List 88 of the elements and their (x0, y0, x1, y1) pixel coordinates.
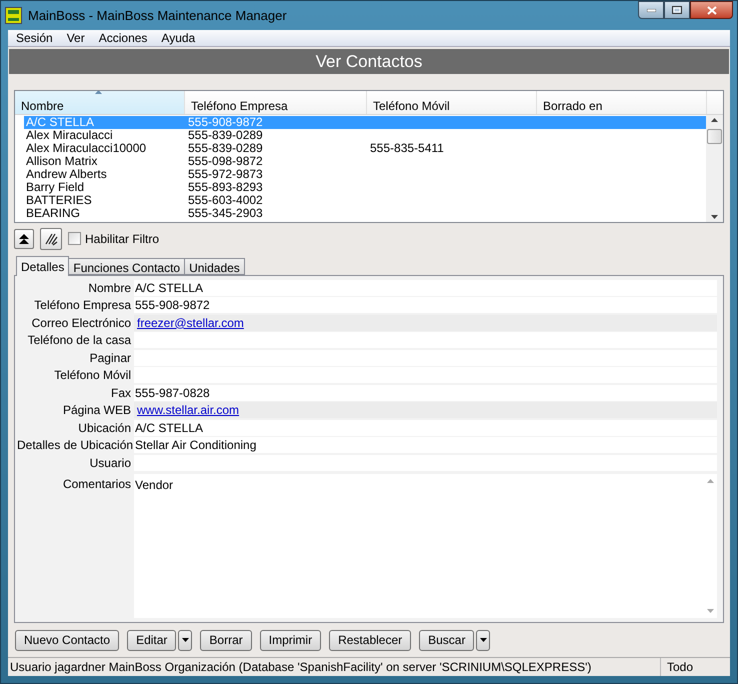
column-header[interactable]: Teléfono Empresa (185, 91, 367, 114)
scroll-up-icon (706, 478, 714, 482)
text-field[interactable]: A/C STELLA (134, 280, 717, 296)
pen-icon (44, 232, 58, 246)
caret-icon (480, 638, 487, 642)
filter-checkbox[interactable] (68, 232, 81, 245)
text-field[interactable]: Stellar Air Conditioning (134, 437, 717, 454)
status-message: Usuario jagardner MainBoss Organización (Database 'SpanishFacility' on server 'SCRINIUM\SQLEXPRESS') (9, 659, 592, 676)
list-row[interactable]: Alex Miraculacci10000 555-839-0289 555-835-5411 (24, 142, 706, 155)
dropdown-button[interactable] (178, 630, 192, 650)
table-cell-text: Alex Miraculacci10000 (25, 142, 148, 155)
caret-icon (182, 638, 189, 642)
list-row[interactable]: BATTERIES 555-603-4002 (24, 194, 706, 207)
tab[interactable]: Detalles (16, 256, 70, 276)
menu-item[interactable]: Ver (60, 30, 92, 46)
field-label: Teléfono Empresa (33, 297, 132, 314)
field-label: Teléfono Móvil (53, 367, 132, 384)
list-row[interactable]: Andrew Alberts 555-972-9873 (24, 168, 706, 181)
status-mode: Todo (660, 658, 730, 676)
scroll-down-icon (706, 609, 714, 613)
maximize-icon (672, 6, 682, 14)
tab[interactable]: Funciones Contacto (68, 258, 186, 275)
page-header: Ver Contactos (9, 49, 729, 74)
table-cell-text: A/C STELLA (25, 116, 96, 129)
field-label: Página WEB (62, 402, 132, 420)
table-cell-text: 555-839-0289 (187, 142, 264, 155)
column-header[interactable]: Teléfono Móvil (367, 91, 537, 114)
field-label: Teléfono de la casa (26, 332, 132, 350)
table-cell-text: 555-603-4002 (187, 194, 264, 207)
list-row[interactable]: Allison Matrix 555-098-9872 (24, 155, 706, 168)
field-label: Detalles de Ubicación (17, 437, 134, 454)
text-field[interactable]: 555-987-0828 (134, 384, 717, 401)
action-button[interactable]: Buscar (419, 630, 474, 650)
action-button[interactable]: Editar (127, 630, 176, 650)
menu-item[interactable]: Ayuda (154, 30, 202, 46)
table-cell-text: BATTERIES (25, 194, 93, 207)
table-cell-text: Allison Matrix (25, 155, 98, 168)
text-field[interactable]: 555-908-9872 (134, 297, 717, 314)
close-button[interactable] (690, 1, 733, 19)
table-cell-text: 555-893-8293 (187, 181, 264, 194)
minimize-icon (646, 8, 656, 12)
list-row[interactable]: Alex Miraculacci 555-839-0289 (24, 129, 706, 142)
field-label: Ubicación (77, 420, 132, 437)
table-cell-text: 555-835-5411 (369, 142, 445, 155)
table-cell-text: BEARING (25, 207, 82, 220)
scrollbar[interactable] (706, 115, 723, 222)
column-header[interactable]: Borrado en (537, 91, 707, 114)
menu-item[interactable]: Sesión (9, 30, 60, 46)
list-row[interactable]: BEARING 555-345-2903 (24, 207, 706, 220)
comments-field[interactable]: Vendor (134, 474, 717, 618)
action-button[interactable]: Nuevo Contacto (15, 630, 120, 650)
window-title: MainBoss - MainBoss Maintenance Manager (28, 6, 288, 25)
filter-button[interactable] (40, 228, 62, 250)
list-row[interactable]: Barry Field 555-893-8293 (24, 181, 706, 194)
minimize-button[interactable] (638, 1, 664, 19)
action-button[interactable]: Borrar (200, 630, 252, 650)
link[interactable]: www.stellar.air.com (137, 401, 240, 420)
table-cell-text: 555-972-9873 (187, 168, 264, 181)
scroll-up-icon (711, 118, 718, 122)
text-field[interactable]: A/C STELLA (134, 420, 717, 436)
dropdown-button[interactable] (476, 630, 490, 650)
table-cell-text: Andrew Alberts (25, 168, 108, 181)
field-label: Comentarios (62, 476, 132, 492)
app-logo-icon (5, 7, 22, 24)
field-label: Correo Electrónico (30, 314, 132, 332)
scroll-thumb[interactable] (707, 129, 722, 144)
action-button[interactable]: Restablecer (329, 630, 412, 650)
field-label: Nombre (87, 280, 132, 297)
field-label: Usuario (88, 454, 132, 472)
scroll-down-icon (711, 215, 718, 219)
field-label: Paginar (88, 350, 132, 367)
sort-arrow-icon (95, 91, 102, 94)
table-cell-text: 555-839-0289 (187, 129, 264, 142)
field-label: Fax (110, 384, 132, 402)
table-cell-text: Barry Field (25, 181, 86, 194)
filter-label: Habilitar Filtro (85, 230, 160, 248)
column-header[interactable]: Nombre (15, 91, 185, 114)
close-icon (706, 6, 716, 14)
double-up-arrow-icon (18, 232, 30, 244)
table-cell-text: 555-098-9872 (187, 155, 264, 168)
collapse-button[interactable] (14, 228, 34, 248)
maximize-button[interactable] (664, 1, 690, 19)
table-cell-text: 555-908-9872 (187, 116, 264, 129)
tab[interactable]: Unidades (184, 258, 245, 275)
action-button[interactable]: Imprimir (260, 630, 322, 650)
menu-item[interactable]: Acciones (92, 30, 154, 46)
table-cell-text: Alex Miraculacci (25, 129, 114, 142)
table-cell-text: 555-345-2903 (187, 207, 264, 220)
